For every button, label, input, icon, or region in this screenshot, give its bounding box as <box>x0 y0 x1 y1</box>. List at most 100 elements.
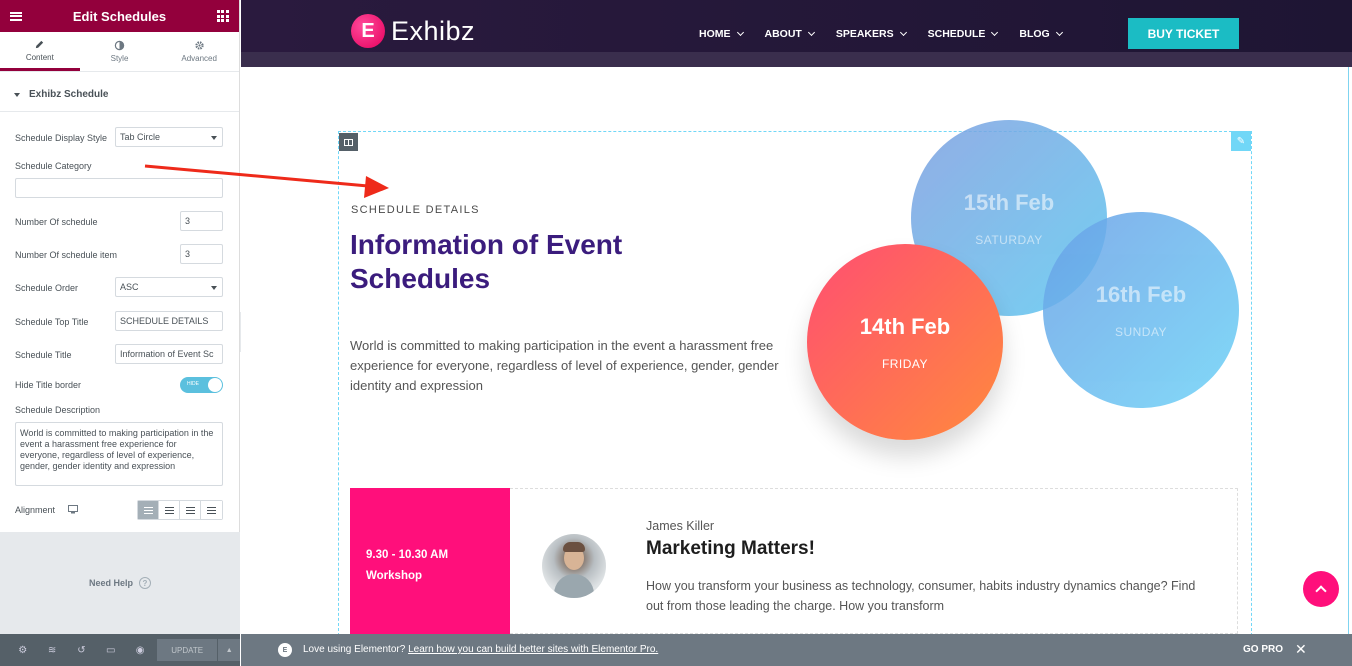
scroll-to-top-button[interactable] <box>1303 571 1339 607</box>
schedule-title: Information of Event Schedules <box>350 229 623 294</box>
day-date: 16th Feb <box>1095 281 1187 307</box>
align-right-button[interactable] <box>180 501 201 519</box>
order-value: ASC <box>120 282 139 292</box>
responsive-icon[interactable]: ▭ <box>96 645 125 656</box>
hide-border-toggle[interactable]: HIDE <box>180 377 223 393</box>
menu-home-label: HOME <box>699 28 731 40</box>
hide-border-label: Hide Title border <box>15 380 82 390</box>
chevron-down-icon <box>1055 28 1063 37</box>
elementor-editor: Edit Schedules Content Style Advanced Ex… <box>0 0 1352 666</box>
need-help-link[interactable]: Need Help <box>89 578 133 588</box>
promo-prefix: Love using Elementor? <box>303 644 406 655</box>
display-style-label: Schedule Display Style <box>15 133 108 143</box>
num-schedule-label: Number Of schedule <box>15 217 98 227</box>
num-item-label: Number Of schedule item <box>15 250 118 260</box>
num-item-input[interactable]: 3 <box>180 244 223 264</box>
top-title-input[interactable]: SCHEDULE DETAILS <box>115 311 223 331</box>
order-select[interactable]: ASC <box>115 277 223 297</box>
layers-icon[interactable]: ≋ <box>37 645 66 656</box>
title-label: Schedule Title <box>15 350 72 360</box>
logo-mark-icon: E <box>351 14 385 48</box>
align-left-icon <box>143 506 153 514</box>
tab-style[interactable]: Style <box>80 32 160 71</box>
main-menu: HOME ABOUT SPEAKERS SCHEDULE BLOG <box>699 28 1084 40</box>
section-handle-icon[interactable] <box>339 133 358 151</box>
description-textarea[interactable]: World is committed to making participati… <box>15 422 223 486</box>
panel-tabs: Content Style Advanced <box>0 32 239 72</box>
menu-item-speakers[interactable]: SPEAKERS <box>835 28 907 40</box>
buy-ticket-button[interactable]: BUY TICKET <box>1128 18 1239 49</box>
toggle-knob <box>208 378 222 392</box>
preview-edge-line <box>1348 67 1349 634</box>
site-preview: E Exhibz HOME ABOUT SPEAKERS SCHEDULE BL… <box>241 0 1352 666</box>
pencil-icon <box>36 40 44 48</box>
edit-widget-pencil-icon[interactable]: ✎ <box>1231 131 1251 151</box>
chevron-down-icon <box>736 28 744 37</box>
tab-advanced[interactable]: Advanced <box>159 32 239 71</box>
header-strip <box>241 52 1352 67</box>
promo-message: Love using Elementor? Learn how you can … <box>303 644 658 655</box>
description-label: Schedule Description <box>15 405 101 415</box>
contrast-icon <box>114 40 125 51</box>
question-icon[interactable]: ? <box>139 577 151 589</box>
align-center-button[interactable] <box>159 501 180 519</box>
title-value: Information of Event Sc <box>120 349 214 359</box>
site-logo[interactable]: E Exhibz <box>351 14 475 48</box>
num-schedule-input[interactable]: 3 <box>180 211 223 231</box>
align-left-button[interactable] <box>138 501 159 519</box>
chevron-up-icon <box>1315 585 1327 597</box>
display-style-value: Tab Circle <box>120 132 161 142</box>
day-tab-14th-feb[interactable]: 14th Feb FRIDAY <box>807 244 1003 440</box>
day-weekday: SUNDAY <box>1114 324 1168 339</box>
tab-content-label: Content <box>25 52 54 62</box>
num-item-value: 3 <box>185 249 191 259</box>
menu-item-home[interactable]: HOME <box>699 28 744 40</box>
menu-item-blog[interactable]: BLOG <box>1019 28 1063 40</box>
alignment-label: Alignment <box>15 505 56 515</box>
logo-text: Exhibz <box>391 15 476 46</box>
settings-icon[interactable]: ⚙ <box>8 645 37 656</box>
align-justify-icon <box>207 506 216 514</box>
tab-style-label: Style <box>110 54 129 63</box>
menu-item-about[interactable]: ABOUT <box>765 28 815 40</box>
menu-blog-label: BLOG <box>1019 28 1050 40</box>
day-weekday: FRIDAY <box>881 356 929 371</box>
schedule-top-title: SCHEDULE DETAILS <box>351 204 480 216</box>
chevron-down-icon <box>991 28 999 37</box>
update-options-caret-icon[interactable]: ▲ <box>218 639 240 661</box>
day-date: 14th Feb <box>859 313 951 339</box>
category-label: Schedule Category <box>15 161 92 171</box>
hide-border-toggle-label: HIDE <box>187 381 199 387</box>
menu-icon[interactable] <box>10 11 22 21</box>
schedule-description: World is committed to making participati… <box>350 338 779 393</box>
gear-icon <box>195 41 204 50</box>
schedule-time-block: 9.30 - 10.30 AM Workshop <box>350 488 510 634</box>
desktop-icon[interactable] <box>68 505 78 514</box>
schedule-time: 9.30 - 10.30 AM <box>366 549 449 561</box>
caret-down-icon <box>14 92 20 97</box>
speaker-avatar <box>542 534 606 598</box>
menu-item-schedule[interactable]: SCHEDULE <box>928 28 999 40</box>
section-toggle-exhibz-schedule[interactable]: Exhibz Schedule <box>0 78 239 112</box>
promo-link[interactable]: Learn how you can build better sites wit… <box>408 644 658 655</box>
history-icon[interactable]: ↺ <box>67 645 96 656</box>
tab-content[interactable]: Content <box>0 32 80 71</box>
day-tab-16th-feb[interactable]: 16th Feb SUNDAY <box>1043 212 1239 408</box>
editor-panel: Edit Schedules Content Style Advanced Ex… <box>0 0 240 666</box>
category-input[interactable] <box>15 178 223 198</box>
go-pro-link[interactable]: GO PRO <box>1243 644 1283 655</box>
panel-footer: ⚙ ≋ ↺ ▭ ◉ UPDATE ▲ <box>0 634 240 666</box>
widgets-grid-icon[interactable] <box>216 10 229 22</box>
preview-eye-icon[interactable]: ◉ <box>125 645 154 656</box>
display-style-select[interactable]: Tab Circle <box>115 127 223 147</box>
align-justify-button[interactable] <box>201 501 222 519</box>
menu-speakers-label: SPEAKERS <box>835 28 894 40</box>
talk-title: Marketing Matters! <box>646 538 815 559</box>
elementor-promo-bar: E Love using Elementor? Learn how you ca… <box>241 634 1352 666</box>
close-icon[interactable]: ✕ <box>1295 641 1307 658</box>
alignment-buttons <box>137 500 223 520</box>
title-input[interactable]: Information of Event Sc <box>115 344 223 364</box>
speaker-name: James Killer <box>646 519 715 533</box>
update-button[interactable]: UPDATE <box>156 639 218 661</box>
top-title-label: Schedule Top Title <box>15 317 89 327</box>
